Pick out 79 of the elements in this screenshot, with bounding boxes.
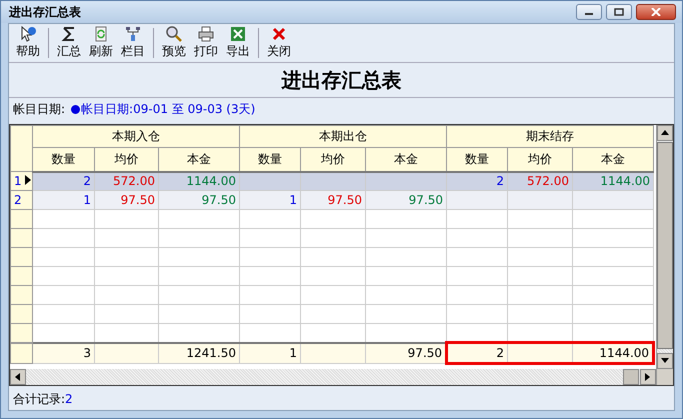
column-header[interactable]: 本金	[572, 148, 654, 172]
report-heading: 进出存汇总表	[9, 63, 674, 98]
total-cell	[300, 342, 366, 364]
close-icon	[651, 8, 661, 16]
table-cell: 97.50	[328, 193, 362, 207]
help-icon	[20, 26, 36, 42]
toolbar-button[interactable]: 预览	[159, 24, 189, 62]
table-cell: 1144.00	[186, 174, 236, 188]
table-cell: 97.50	[408, 193, 444, 207]
total-cell	[94, 342, 158, 364]
record-count-label: 合计记录:	[13, 390, 66, 408]
total-cell	[508, 342, 573, 364]
column-header[interactable]: 数量	[240, 148, 301, 172]
column-header[interactable]: 本金	[158, 148, 240, 172]
scrollbar-thumb[interactable]	[657, 142, 673, 349]
up-arrow-icon	[661, 130, 669, 136]
table-cell: 2	[83, 174, 91, 188]
table-cell: 572.00	[527, 174, 570, 188]
column-header[interactable]: 本金	[366, 148, 447, 172]
minimize-button[interactable]	[576, 4, 602, 20]
maximize-icon	[614, 8, 624, 16]
horizontal-scrollbar[interactable]	[10, 369, 656, 385]
period-label: 帐目日期:	[13, 100, 66, 118]
toolbar-button[interactable]: 关闭	[264, 24, 294, 62]
column-header[interactable]: 均价	[94, 148, 158, 172]
left-arrow-icon	[15, 373, 21, 381]
table-cell: 2	[496, 174, 504, 188]
scroll-left-button[interactable]	[10, 369, 26, 385]
column-header[interactable]: 均价	[300, 148, 366, 172]
table-cell: 97.50	[202, 193, 236, 207]
scroll-up-button[interactable]	[657, 125, 673, 141]
toolbar-button[interactable]: 刷新	[86, 24, 116, 62]
column-header[interactable]: 数量	[32, 148, 94, 172]
column-header[interactable]: 数量	[446, 148, 508, 172]
table-cell: 1	[289, 193, 298, 207]
down-arrow-icon	[661, 358, 669, 364]
row-header	[10, 342, 32, 364]
scrollbar-thumb[interactable]	[623, 369, 639, 385]
column-group-header: 本期出仓	[240, 126, 447, 148]
table-row[interactable]: 1 2 572.00 1144.00 2 572.00 1144.00	[10, 172, 654, 190]
toolbar-button[interactable]: 导出	[223, 24, 253, 62]
refresh-icon	[93, 26, 109, 42]
period-value: 帐目日期:09-01 至 09-03 (3天)	[71, 100, 256, 118]
window-title: 进出存汇总表	[9, 4, 81, 20]
total-cell: 97.50	[366, 342, 447, 364]
table-cell: 1144.00	[600, 174, 650, 188]
column-header[interactable]: 均价	[508, 148, 573, 172]
column-group-header: 期末结存	[446, 126, 654, 148]
corner-header	[10, 126, 32, 172]
toolbar-button[interactable]: 栏目	[118, 24, 148, 62]
close-button[interactable]	[636, 4, 676, 20]
total-cell: 2	[446, 342, 508, 364]
table-row[interactable]: 2 1 97.50 97.50 1 97.50 97.50	[10, 190, 654, 210]
scroll-down-button[interactable]	[657, 353, 673, 369]
record-count: 2	[65, 392, 73, 406]
total-cell: 3	[32, 342, 94, 364]
total-cell: 1241.50	[158, 342, 240, 364]
sigma-icon	[61, 26, 77, 42]
toolbar-button[interactable]: 帮助	[13, 24, 43, 62]
toolbar-button[interactable]: 打印	[191, 24, 221, 62]
close-icon	[271, 26, 287, 42]
scroll-right-button[interactable]	[640, 369, 656, 385]
scrollbar-corner	[657, 369, 673, 385]
total-cell: 1	[240, 342, 301, 364]
columns-icon	[125, 26, 141, 42]
spreadsheet-icon	[230, 26, 246, 42]
printer-icon	[198, 26, 214, 42]
right-arrow-icon	[645, 373, 651, 381]
table-cell: 572.00	[113, 174, 155, 188]
row-number: 2	[14, 193, 22, 207]
table-cell: 1	[83, 193, 91, 207]
table-cell: 97.50	[120, 193, 155, 207]
magnifier-icon	[166, 26, 182, 42]
row-number: 1	[14, 174, 22, 188]
column-group-header: 本期入仓	[32, 126, 240, 148]
vertical-scrollbar[interactable]	[656, 125, 673, 385]
total-cell: 1144.00	[572, 342, 654, 364]
toolbar-button[interactable]: 汇总	[54, 24, 84, 62]
maximize-button[interactable]	[606, 4, 632, 20]
